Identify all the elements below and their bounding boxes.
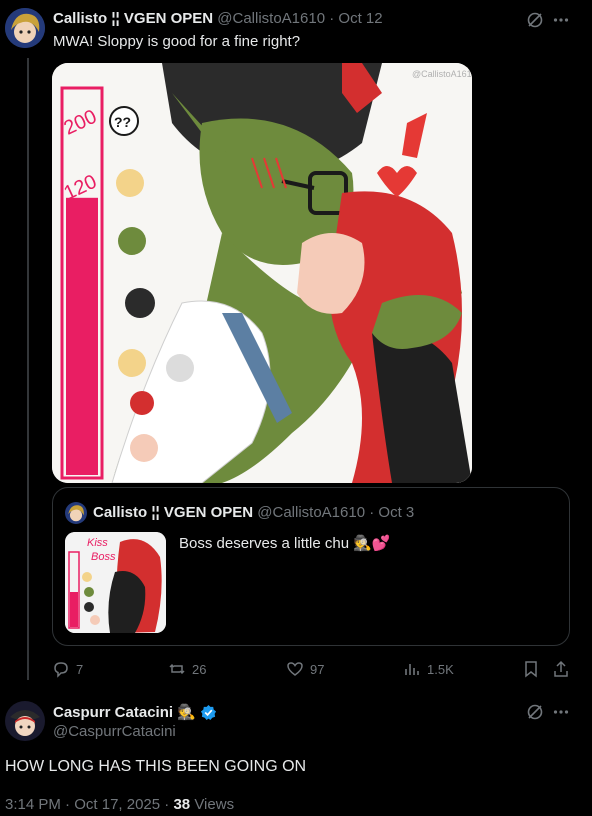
reply-handle[interactable]: @CaspurrCatacini	[53, 723, 176, 740]
image-watermark: @CallistoA1610	[412, 69, 472, 79]
reply-display-name[interactable]: Caspurr Catacini	[53, 704, 173, 721]
tweet-image[interactable]: 200 120 ?? @CallistoA1610	[52, 63, 472, 483]
tweet-text: MWA! Sloppy is good for a fine right?	[53, 33, 301, 50]
like-button[interactable]: 97	[286, 660, 324, 678]
quote-author-avatar[interactable]	[65, 502, 87, 524]
quote-handle[interactable]: @CallistoA1610	[257, 504, 365, 521]
reply-views-count: 38	[173, 796, 191, 813]
quote-thumbnail[interactable]: Kiss Boss	[65, 532, 166, 633]
thread-connector-line	[27, 58, 29, 680]
quote-date[interactable]: Oct 3	[378, 504, 414, 521]
quote-separator: ·	[369, 504, 375, 521]
bookmark-icon	[525, 661, 537, 678]
verified-badge-icon	[200, 704, 217, 721]
reply-grok-icon[interactable]	[526, 703, 544, 721]
views-button[interactable]: 1.5K	[403, 660, 454, 678]
reply-views-label: Views	[194, 796, 235, 813]
meter-question-label: ??	[114, 114, 131, 130]
thumb-title-a: Kiss	[87, 537, 108, 549]
repost-count: 26	[192, 661, 207, 677]
author-avatar[interactable]	[5, 8, 45, 48]
quote-display-name[interactable]: Callisto ¦¦ VGEN OPEN	[93, 504, 253, 521]
header-separator: ·	[329, 10, 335, 27]
share-icon	[554, 660, 568, 677]
spy-emoji-icon: 🕵️	[177, 704, 196, 721]
reply-date[interactable]: Oct 17, 2025	[74, 796, 160, 813]
views-count: 1.5K	[427, 661, 454, 677]
reply-time[interactable]: 3:14 PM	[5, 796, 61, 813]
thumb-title-b: Boss	[91, 551, 116, 563]
reply-meta: 3:14 PM · Oct 17, 2025 · 38 Views	[5, 796, 234, 813]
quote-text: Boss deserves a little chu 🕵️💕	[179, 535, 391, 552]
reply-count: 7	[76, 661, 84, 677]
quote-header: Callisto ¦¦ VGEN OPEN @CallistoA1610 · O…	[93, 504, 414, 521]
author-display-name[interactable]: Callisto ¦¦ VGEN OPEN	[53, 10, 213, 27]
reply-header: Caspurr Catacini 🕵️	[53, 703, 217, 721]
reply-icon	[54, 662, 68, 678]
grok-icon[interactable]	[526, 11, 544, 29]
tweet-header: Callisto ¦¦ VGEN OPEN @CallistoA1610 · O…	[53, 10, 383, 27]
meter-fill-bar	[66, 197, 98, 476]
repost-button[interactable]: 26	[168, 660, 206, 678]
reply-text: HOW LONG HAS THIS BEEN GOING ON	[5, 758, 307, 775]
heart-icon	[287, 662, 303, 676]
views-chart-icon	[405, 664, 419, 675]
bookmark-button[interactable]	[522, 660, 540, 678]
like-count: 97	[310, 661, 325, 677]
repost-icon	[169, 663, 185, 675]
reply-button[interactable]: 7	[52, 660, 83, 678]
reply-meta-separator: ·	[65, 796, 71, 813]
reply-meta-dot: ·	[164, 796, 170, 813]
reply-author-avatar[interactable]	[5, 701, 45, 741]
artwork-illustration: 200 120 ?? @CallistoA1610	[52, 63, 472, 483]
share-button[interactable]	[552, 660, 570, 678]
tweet-date[interactable]: Oct 12	[338, 10, 382, 27]
more-options-icon[interactable]	[552, 11, 570, 29]
reply-more-options-icon[interactable]	[552, 703, 570, 721]
quote-tweet-card[interactable]: Callisto ¦¦ VGEN OPEN @CallistoA1610 · O…	[52, 487, 570, 646]
author-handle[interactable]: @CallistoA1610	[217, 10, 325, 27]
